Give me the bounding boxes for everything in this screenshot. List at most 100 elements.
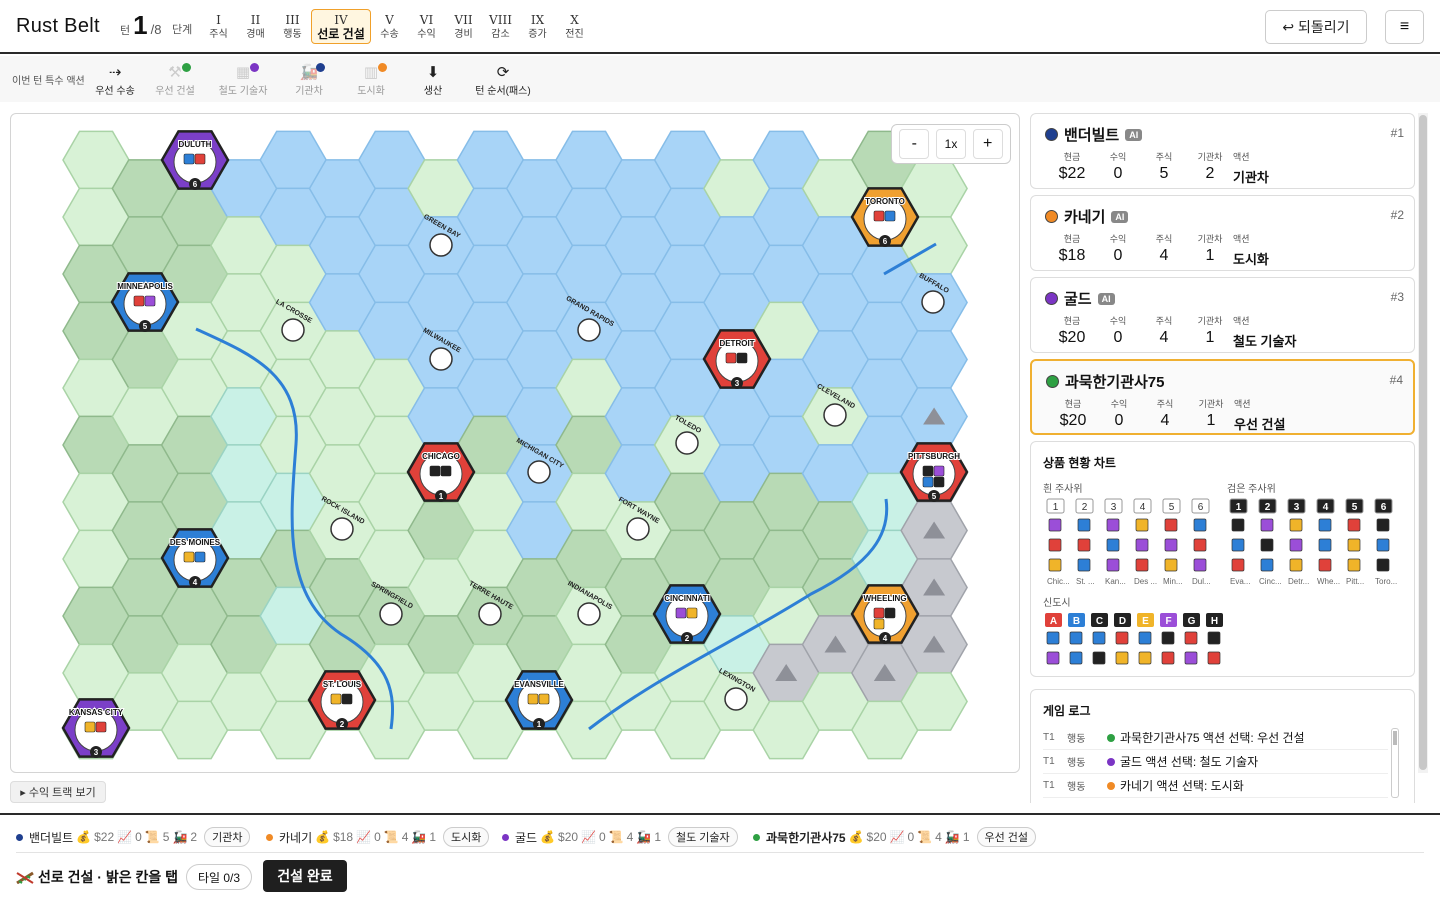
stat-value: 1 [1206,412,1216,429]
town-marker[interactable] [527,460,551,484]
stat-label: 수익 [1109,234,1127,244]
dice-column: 5 Pitt... [1345,498,1364,586]
footer-player: 굴드 💰 $20 📈 0 📜 4 🚂 1 철도 기술자 [502,827,738,847]
goods-cube [1048,558,1062,572]
goods-cube [1289,558,1303,572]
town-marker[interactable] [379,602,403,626]
undo-button[interactable]: ↩ 되돌리기 [1265,10,1367,44]
phase-1[interactable]: I 주식 [200,9,237,44]
town-marker[interactable] [921,290,945,314]
dice-column: 2 Cinc... [1258,498,1282,586]
goods-cube [133,295,145,307]
action-production[interactable]: ⬇ 생산 [393,62,473,97]
player-card[interactable]: 굴드 AI #3 현금 $20 수익 0 주식 4 기관차 1 액션 철도 기술자 [1030,277,1415,353]
zoom-in-button[interactable]: + [972,129,1003,159]
new-city-column: E [1137,613,1154,665]
new-city-letter: B [1073,616,1080,627]
income-chart-icon: 📈 [889,830,905,844]
phase-10[interactable]: X 전진 [556,9,593,44]
footer-action-chip: 기관차 [204,827,251,847]
town-marker[interactable] [478,602,502,626]
town-marker[interactable] [429,233,453,257]
player-stats: 현금 $18 수익 0 주식 4 기관차 1 액션 도시화 [1049,232,1323,268]
top-bar: Rust Belt 턴 1 /8 단계 I 주식 II 경매 III 행동 IV 선로 건설 V… [0,0,1440,54]
phase-6[interactable]: VI 수익 [408,9,445,44]
town-marker[interactable] [724,687,748,711]
phase-numeral: VII [454,13,473,27]
stat-value: 0 [1113,247,1123,264]
player-rank: #4 [1389,373,1403,387]
stat-label: 액션 [1233,316,1250,326]
phase-7[interactable]: VII 경비 [445,9,482,44]
phase-label: 단계 [172,24,193,36]
dice-city: Toro... [1375,577,1397,586]
action-turn-order[interactable]: ⟳ 턴 순서(패스) [463,62,543,97]
goods-cube [1193,518,1207,532]
town-marker[interactable] [577,602,601,626]
footer-shares: 4 [401,830,409,844]
phase-5[interactable]: V 수송 [371,9,408,44]
town-marker[interactable] [675,431,699,455]
city-name: TORONTO [865,197,905,206]
zoom-out-button[interactable]: - [899,129,930,159]
player-card[interactable]: 밴더빌트 AI #1 현금 $22 수익 0 주식 5 기관차 2 액션 기관차 [1030,113,1415,189]
town-marker[interactable] [823,403,847,427]
town-marker[interactable] [281,318,305,342]
footer-player: 밴더빌트 💰 $22 📈 0 📜 5 🚂 2 기관차 [16,827,251,847]
player-rank: #2 [1390,208,1404,222]
phase-9[interactable]: IX 증가 [519,9,556,44]
goods-cube [1077,518,1091,532]
goods-cube [933,476,945,488]
hex-map[interactable]: GREEN BAYLA CROSSEMILWAUKEEGRAND RAPIDSB… [11,114,1020,773]
stat-value: 0 [1113,329,1123,346]
dice-city: Eva... [1230,577,1250,586]
phase-track: I 주식 II 경매 III 행동 IV 선로 건설 V 수송 VI 수익 VII 경비 VIII 감소 IX 증… [200,9,593,44]
stat-label: 주식 [1155,316,1173,326]
player-card[interactable]: 카네기 AI #2 현금 $18 수익 0 주식 4 기관차 1 액션 도시화 [1030,195,1415,271]
city-kansas-city[interactable]: KANSAS CITY 3 [61,698,131,758]
city-value: 4 [193,578,198,587]
stat-label: 액션 [1233,234,1250,244]
city-name: DES MOINES [170,538,221,547]
goods-cube [440,465,452,477]
stat-locomotive: 기관차 2 [1187,150,1233,186]
game-map[interactable]: GREEN BAY LA CROSSE MILWAUKEE GRAND RAPIDS B… [10,113,1020,773]
zoom-controls: - 1x + [891,124,1011,164]
owner-dot [316,63,325,72]
income-track-button[interactable]: ▸ 수익 트랙 보기 [10,781,106,803]
stat-label: 현금 [1064,399,1082,409]
goods-cube [1376,538,1390,552]
menu-button[interactable]: ≡ [1385,10,1424,44]
goods-cube [95,721,107,733]
phase-2[interactable]: II 경매 [237,9,274,44]
phase-3[interactable]: III 행동 [274,9,311,44]
log-scrollbar[interactable] [1391,728,1399,798]
locomotive-icon: 🚂 [172,830,188,844]
phase-numeral: VIII [489,13,512,27]
phase-8[interactable]: VIII 감소 [482,9,519,44]
hamburger-icon: ≡ [1399,18,1410,35]
dice-number: 2 [1082,502,1088,513]
zoom-level[interactable]: 1x [935,129,966,159]
goods-cube [1106,518,1120,532]
game-log-title: 게임 로그 [1043,704,1091,718]
phase-name: 전진 [565,29,584,40]
town-marker[interactable] [577,318,601,342]
phase-name: 선로 건설 [317,27,365,41]
city-name: DETROIT [719,339,754,348]
footer-loco: 2 [190,830,198,844]
new-city-letter: G [1188,616,1196,627]
share-scroll-icon: 📜 [917,830,933,844]
locomotive-icon: 🚂 [944,830,960,844]
ai-badge: AI [1111,210,1129,223]
footer-loco: 1 [429,830,437,844]
side-scrollbar[interactable] [1418,113,1428,773]
town-marker[interactable] [330,517,354,541]
stat-value: 0 [1113,165,1123,182]
player-card[interactable]: 과묵한기관사75 #4 현금 $20 수익 0 주식 4 기관차 1 액션 우선 건설 [1030,359,1415,435]
town-marker[interactable] [626,517,650,541]
town-marker[interactable] [429,347,453,371]
build-done-button[interactable]: 건설 완료 [263,860,347,892]
phase-4[interactable]: IV 선로 건설 [311,9,371,44]
city-name: DULUTH [179,140,212,149]
